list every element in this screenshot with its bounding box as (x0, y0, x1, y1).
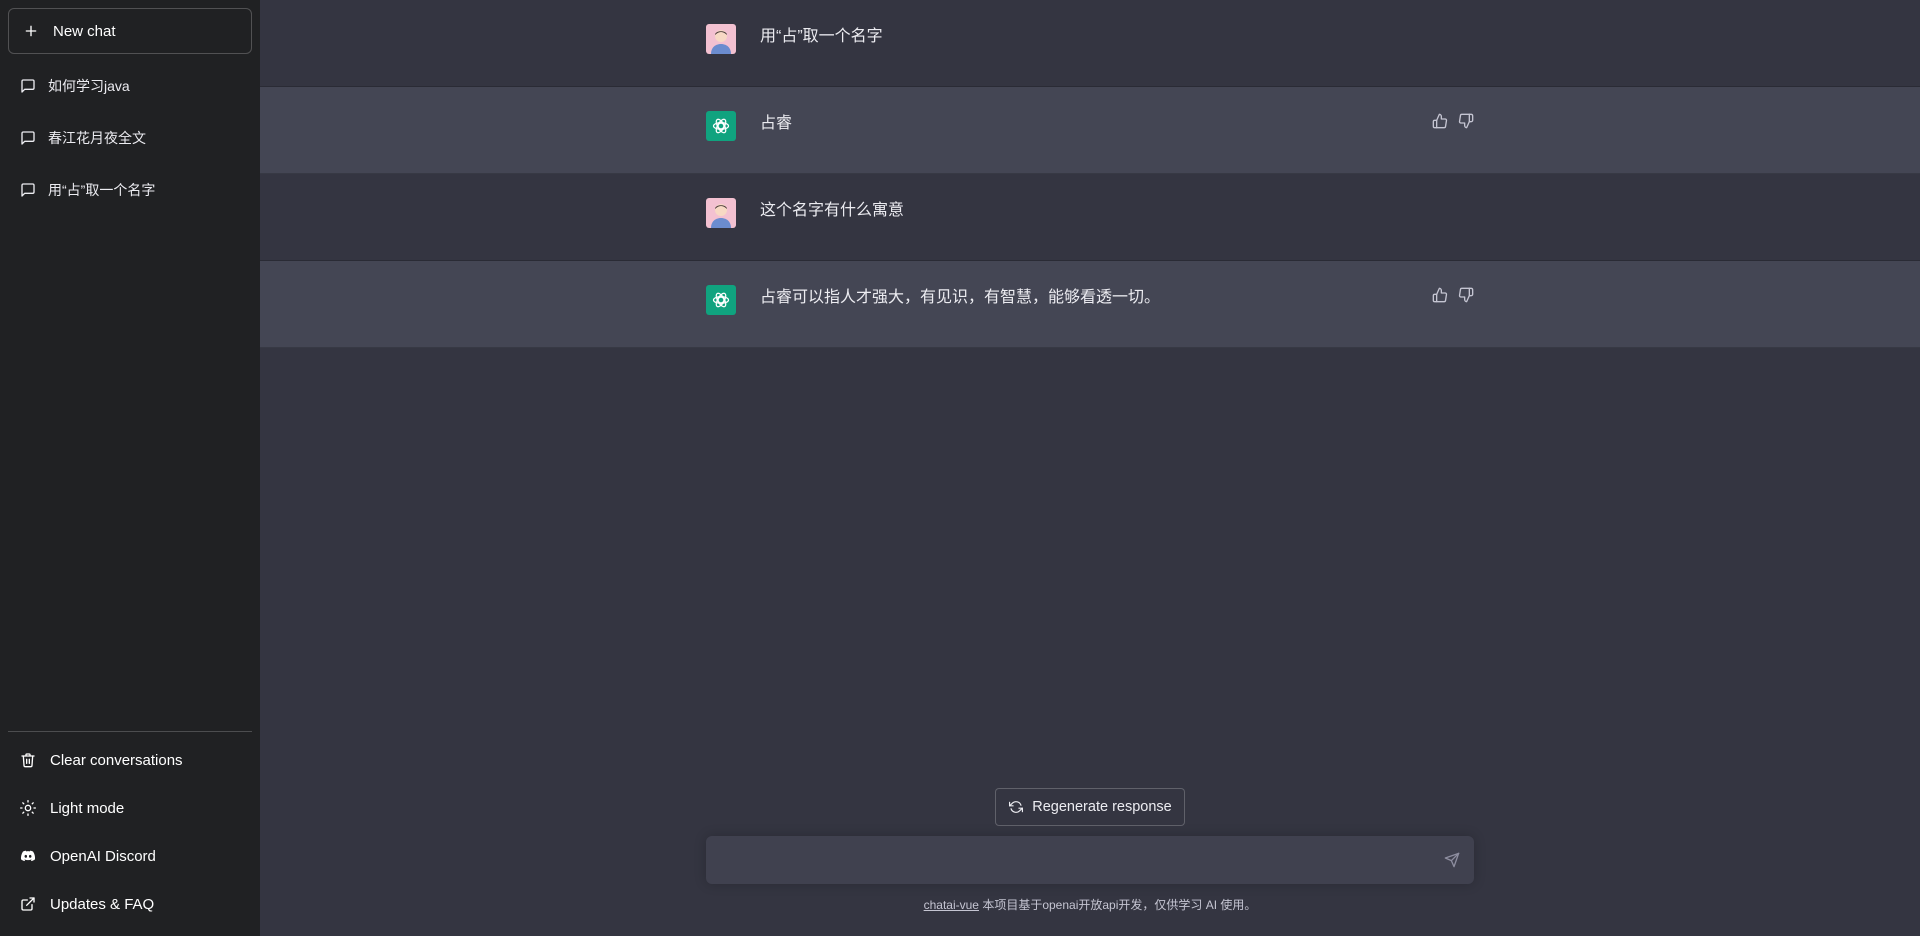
assistant-message: 占睿可以指人才强大，有见识，有智慧，能够看透一切。 (260, 261, 1920, 348)
chatai-vue-link[interactable]: chatai-vue (924, 898, 979, 912)
assistant-message: 占睿 (260, 87, 1920, 174)
regenerate-wrap: Regenerate response (260, 788, 1920, 826)
sidebar: New chat 如何学习java 春江花月夜全文 用“占”取一个名字 Clea… (0, 0, 260, 936)
plus-icon (23, 23, 39, 39)
thumbs-down-icon[interactable] (1458, 287, 1474, 303)
conversation-label: 如何学习java (48, 78, 130, 94)
thumbs-up-icon[interactable] (1432, 287, 1448, 303)
user-message: 用“占”取一个名字 (260, 0, 1920, 87)
message-text: 这个名字有什么寓意 (760, 202, 905, 219)
message-text: 用“占”取一个名字 (760, 28, 883, 45)
thumbs-up-icon[interactable] (1432, 113, 1448, 129)
conversation-item[interactable]: 春江花月夜全文 (8, 112, 252, 164)
message-list: 用“占”取一个名字 占睿 这个名字有什么寓意 占睿可以指人才强大，有见识，有智慧… (260, 0, 1920, 348)
conversation-label: 用“占”取一个名字 (48, 182, 156, 198)
chat-bubble-icon (20, 182, 36, 198)
openai-discord-label: OpenAI Discord (50, 847, 156, 865)
chat-main: 用“占”取一个名字 占睿 这个名字有什么寓意 占睿可以指人才强大，有见识，有智慧… (260, 0, 1920, 936)
sidebar-actions: Clear conversations Light mode OpenAI Di… (8, 731, 252, 928)
footer-text: 本项目基于openai开放api开发，仅供学习 AI 使用。 (978, 898, 1257, 912)
user-avatar (706, 198, 736, 228)
composer (260, 836, 1920, 884)
discord-icon (20, 848, 36, 864)
clear-conversations-label: Clear conversations (50, 751, 183, 769)
app-root: New chat 如何学习java 春江花月夜全文 用“占”取一个名字 Clea… (0, 0, 1920, 936)
new-chat-button[interactable]: New chat (8, 8, 252, 54)
openai-discord-link[interactable]: OpenAI Discord (8, 832, 252, 880)
updates-faq-link[interactable]: Updates & FAQ (8, 880, 252, 928)
message-input-box (706, 836, 1474, 884)
footer-note: chatai-vue 本项目基于openai开放api开发，仅供学习 AI 使用… (260, 896, 1920, 913)
conversation-list: 如何学习java 春江花月夜全文 用“占”取一个名字 (8, 60, 252, 731)
message-text: 占睿 (760, 115, 793, 132)
chat-bubble-icon (20, 130, 36, 146)
user-message: 这个名字有什么寓意 (260, 174, 1920, 261)
light-mode-button[interactable]: Light mode (8, 784, 252, 832)
sun-icon (20, 800, 36, 816)
trash-icon (20, 752, 36, 768)
light-mode-label: Light mode (50, 799, 125, 817)
message-text: 占睿可以指人才强大，有见识，有智慧，能够看透一切。 (760, 289, 1161, 306)
conversation-item[interactable]: 用“占”取一个名字 (8, 164, 252, 216)
external-link-icon (20, 896, 36, 912)
feedback-controls (1432, 287, 1474, 303)
chat-bubble-icon (20, 78, 36, 94)
message-input[interactable] (706, 836, 1474, 884)
updates-faq-label: Updates & FAQ (50, 895, 155, 913)
conversation-label: 春江花月夜全文 (48, 130, 146, 146)
refresh-icon (1008, 800, 1024, 814)
new-chat-label: New chat (53, 22, 116, 40)
feedback-controls (1432, 113, 1474, 129)
conversation-item[interactable]: 如何学习java (8, 60, 252, 112)
regenerate-response-button[interactable]: Regenerate response (995, 788, 1185, 826)
send-icon[interactable] (1444, 852, 1460, 868)
clear-conversations-button[interactable]: Clear conversations (8, 736, 252, 784)
thumbs-down-icon[interactable] (1458, 113, 1474, 129)
regenerate-label: Regenerate response (1032, 799, 1172, 815)
openai-logo-icon (706, 285, 736, 315)
user-avatar (706, 24, 736, 54)
openai-logo-icon (706, 111, 736, 141)
